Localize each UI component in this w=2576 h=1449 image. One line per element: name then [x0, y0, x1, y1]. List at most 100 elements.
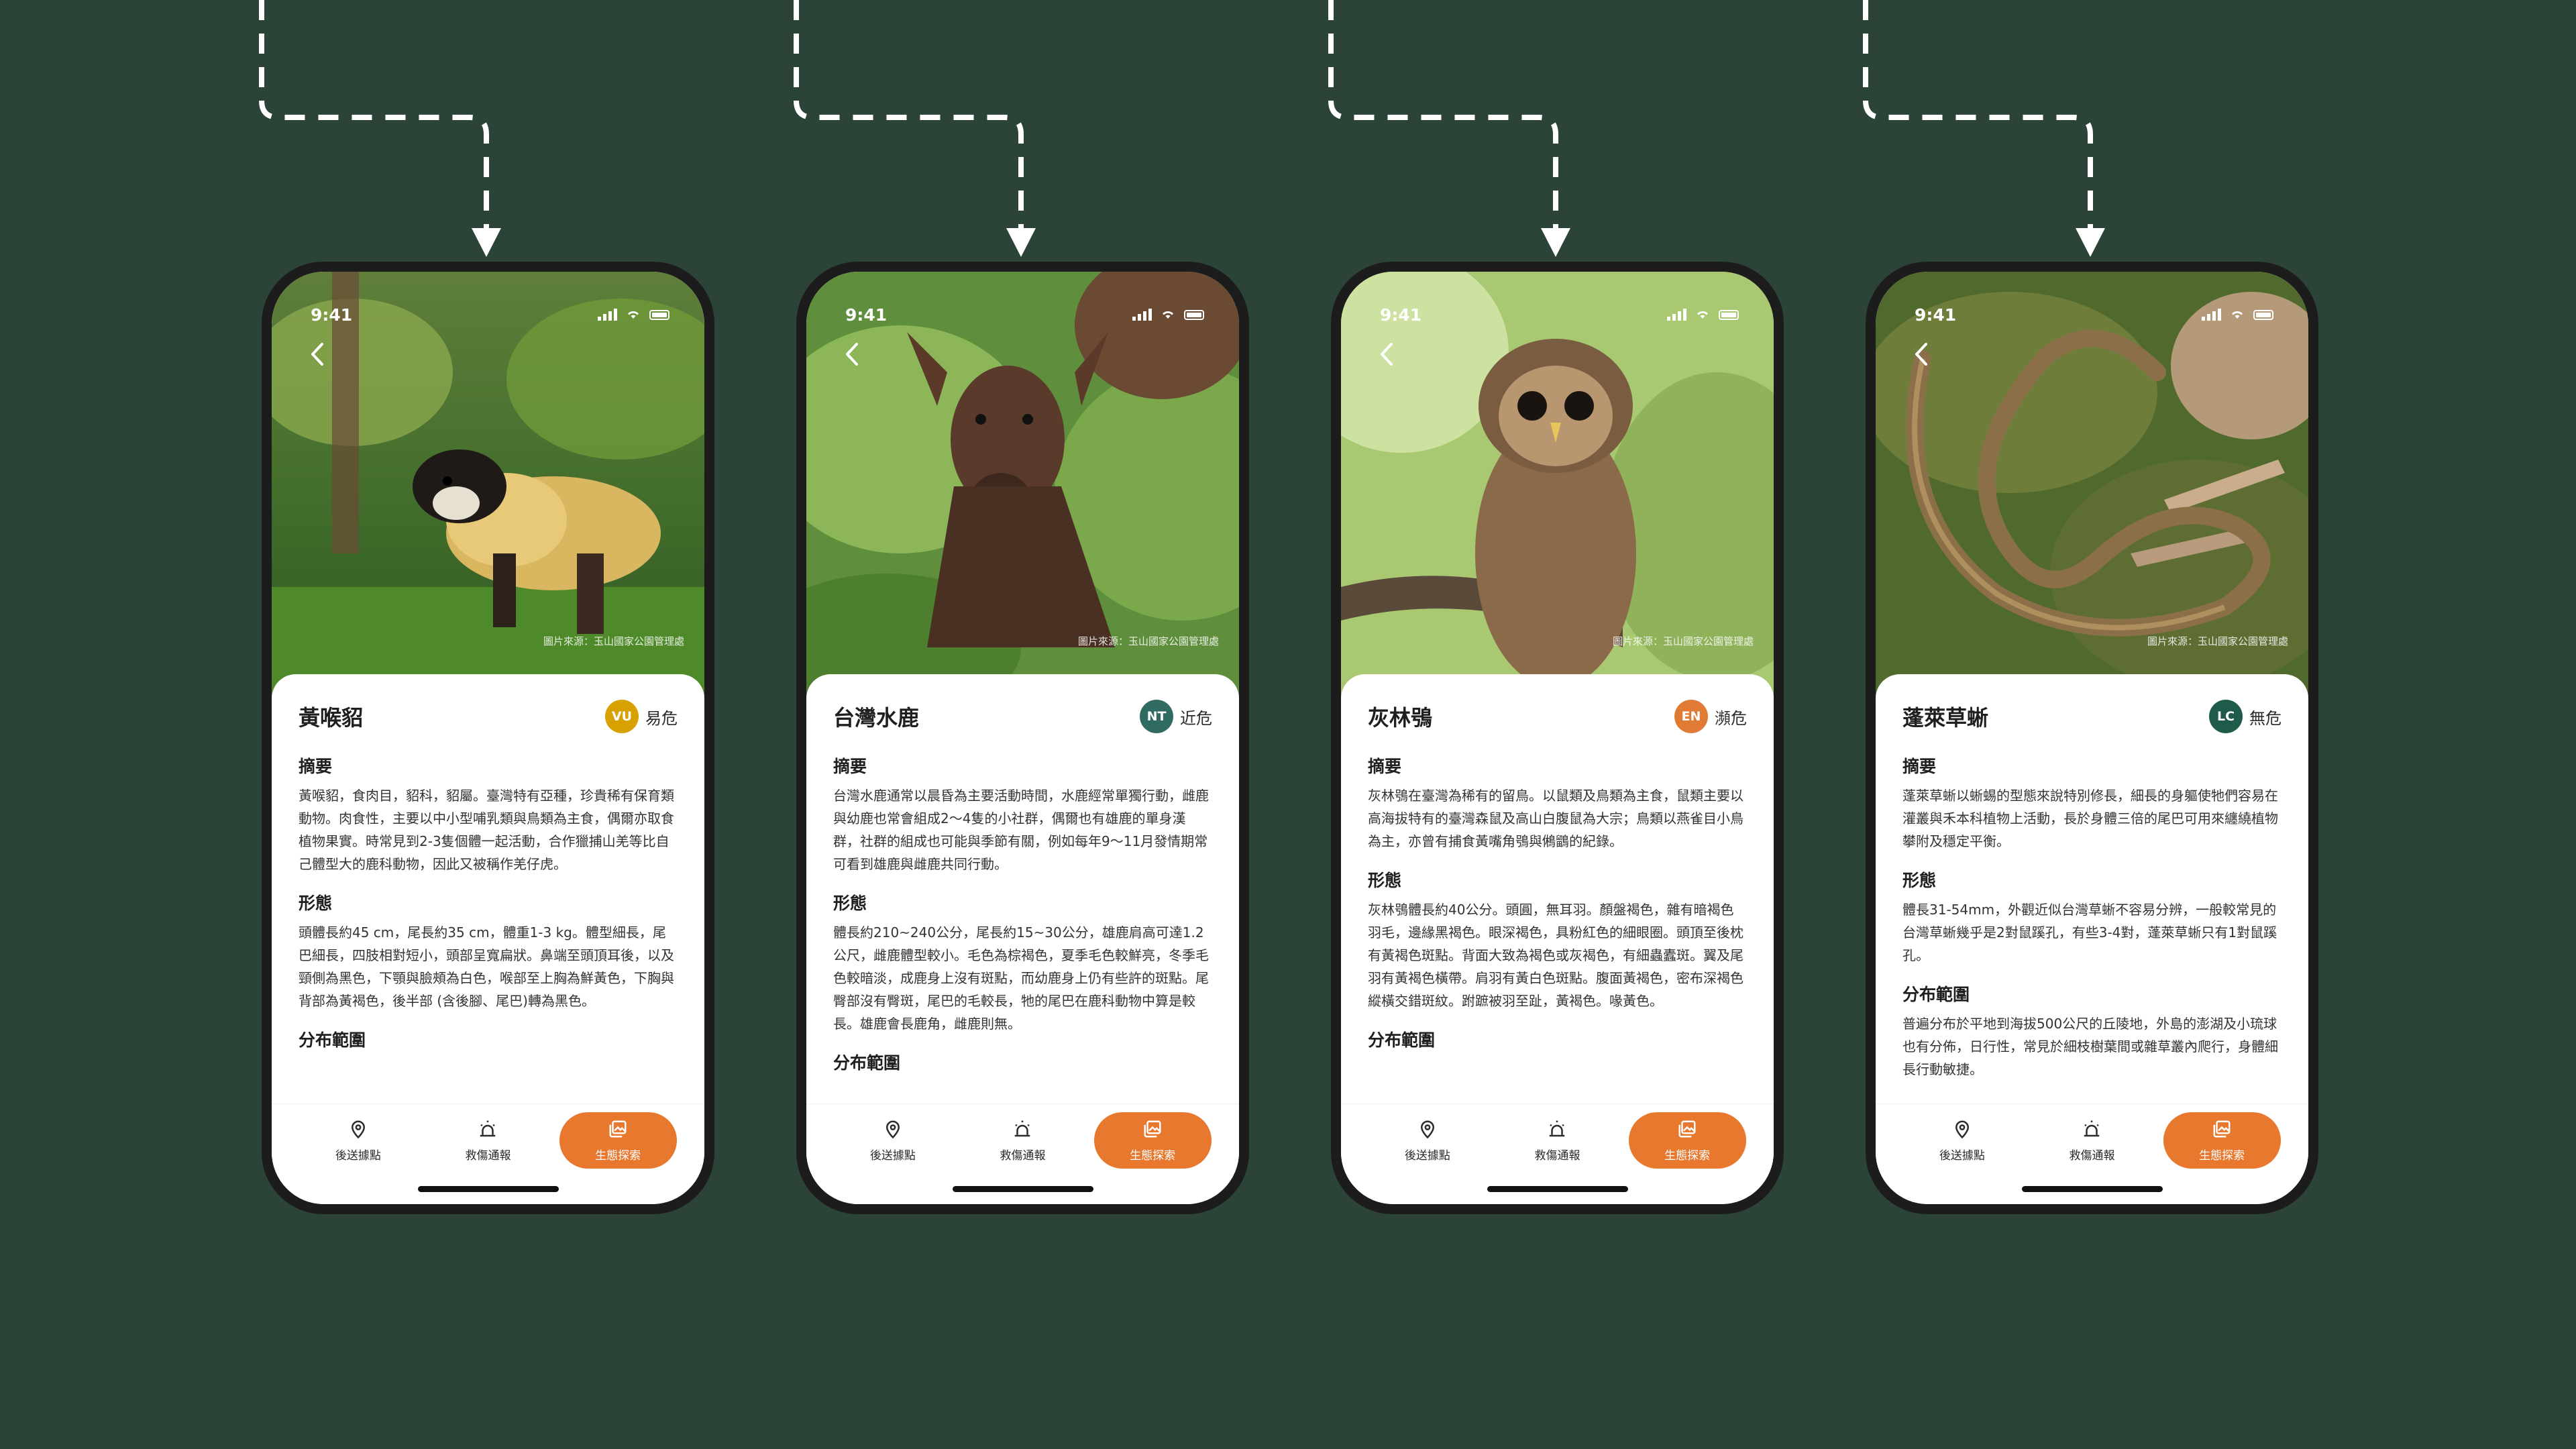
status-time: 9:41: [311, 305, 353, 325]
back-button[interactable]: [1901, 335, 1941, 376]
location-pin-icon: [883, 1119, 903, 1142]
wifi-icon: [1695, 307, 1711, 322]
tab-label: 生態探索: [2199, 1148, 2245, 1163]
chevron-left-icon: [1379, 342, 1394, 369]
tab-eco-explore[interactable]: 生態探索: [1093, 1112, 1212, 1169]
tab-label: 後送據點: [869, 1148, 916, 1163]
section-title: 摘要: [299, 757, 333, 776]
location-pin-icon: [1952, 1119, 1972, 1142]
section-title: 摘要: [1902, 757, 1937, 776]
arrowhead-icon: [1006, 228, 1036, 257]
photo-credit: 圖片來源：玉山國家公園管理處: [1612, 635, 1754, 647]
tab-rescue-report[interactable]: 救傷通報: [2033, 1112, 2151, 1169]
tab-rescue-report[interactable]: 救傷通報: [1499, 1112, 1616, 1169]
conservation-status: LC 無危: [2209, 700, 2282, 733]
tab-eco-explore[interactable]: 生態探索: [559, 1112, 677, 1169]
phone-mockup: 9:41 圖片來源：玉山國家公園管理處: [1331, 262, 1784, 1214]
tab-shelters[interactable]: 後送據點: [1368, 1112, 1486, 1169]
home-indicator: [417, 1186, 559, 1192]
tab-label: 後送據點: [335, 1148, 381, 1163]
section-title: 形態: [1368, 871, 1402, 890]
section-body: 黃喉貂，食肉目，貂科，貂屬。臺灣特有亞種，珍貴稀有保育類動物。肉食性，主要以中小…: [299, 788, 674, 872]
section-body: 頭體長約45 cm，尾長約35 cm，體重1-3 kg。體型細長，尾巴細長，四肢…: [299, 924, 674, 1009]
status-bar: 9:41: [1341, 272, 1774, 345]
section-title: 形態: [833, 894, 867, 913]
tab-rescue-report[interactable]: 救傷通報: [964, 1112, 1081, 1169]
photo-credit: 圖片來源：玉山國家公園管理處: [1077, 635, 1219, 647]
wifi-icon: [625, 307, 641, 322]
home-indicator: [952, 1186, 1093, 1192]
info-section: 分布範圍 普遍分布於平地到海拔500公尺的丘陵地，外島的澎湖及小琉球也有分佈，日…: [1902, 981, 2282, 1081]
location-pin-icon: [348, 1119, 368, 1142]
tab-label: 救傷通報: [2069, 1148, 2115, 1163]
wifi-icon: [2229, 307, 2245, 322]
section-title: 形態: [299, 894, 333, 913]
arrowhead-icon: [2076, 228, 2105, 257]
battery-icon: [2253, 309, 2273, 320]
info-section: 摘要 蓬萊草蜥以蜥蜴的型態來說特別修長，細長的身軀使牠們容易在灌叢與禾本科植物上…: [1902, 753, 2282, 853]
tab-label: 生態探索: [1130, 1148, 1176, 1163]
status-badge: VU: [605, 700, 639, 733]
species-header: 黃喉貂 VU 易危: [299, 700, 678, 733]
phone-screen: 9:41 圖片來源：玉山國家公園管理處: [806, 272, 1239, 1204]
alert-siren-icon: [477, 1119, 498, 1142]
section-body: 體長31-54mm，外觀近似台灣草蜥不容易分辨，一般較常見的台灣草蜥幾乎是2對鼠…: [1902, 902, 2277, 963]
phone-mockup: 9:41 圖片來源：玉山國家公園管理處: [1866, 262, 2318, 1214]
section-body: 台灣水鹿通常以晨昏為主要活動時間，水鹿經常單獨行動，雌鹿與幼鹿也常會組成2～4隻…: [833, 788, 1209, 872]
photo-credit: 圖片來源：玉山國家公園管理處: [2147, 635, 2288, 647]
signal-icon: [1132, 309, 1152, 321]
status-time: 9:41: [845, 305, 888, 325]
status-label: 瀕危: [1715, 708, 1747, 728]
conservation-status: VU 易危: [605, 700, 678, 733]
battery-icon: [649, 309, 669, 320]
status-label: 無危: [2249, 708, 2282, 728]
tab-rescue-report[interactable]: 救傷通報: [429, 1112, 547, 1169]
status-badge: EN: [1674, 700, 1708, 733]
conservation-status: EN 瀕危: [1674, 700, 1747, 733]
tab-eco-explore[interactable]: 生態探索: [2163, 1112, 2281, 1169]
back-button[interactable]: [1366, 335, 1407, 376]
section-title: 摘要: [1368, 757, 1402, 776]
section-body: 蓬萊草蜥以蜥蜴的型態來說特別修長，細長的身軀使牠們容易在灌叢與禾本科植物上活動，…: [1902, 788, 2278, 849]
info-section: 分布範圍: [299, 1027, 678, 1051]
tab-label: 救傷通報: [1000, 1148, 1046, 1163]
tab-shelters[interactable]: 後送據點: [1903, 1112, 2021, 1169]
info-section: 摘要 黃喉貂，食肉目，貂科，貂屬。臺灣特有亞種，珍貴稀有保育類動物。肉食性，主要…: [299, 753, 678, 875]
info-section: 形態 灰林鴞體長約40公分。頭圓，無耳羽。顏盤褐色，雜有暗褐色羽毛，邊緣黑褐色。…: [1368, 867, 1747, 1012]
connector-1: [259, 0, 489, 228]
phone-screen: 9:41 圖片來源：玉山國家公園管理處: [1341, 272, 1774, 1204]
conservation-status: NT 近危: [1140, 700, 1212, 733]
signal-icon: [1667, 309, 1686, 321]
status-bar: 9:41: [806, 272, 1239, 345]
tab-label: 生態探索: [595, 1148, 641, 1163]
tab-label: 後送據點: [1939, 1148, 1985, 1163]
tab-eco-explore[interactable]: 生態探索: [1628, 1112, 1746, 1169]
alert-siren-icon: [1546, 1119, 1568, 1142]
connector-2: [794, 0, 1024, 228]
info-section: 形態 頭體長約45 cm，尾長約35 cm，體重1-3 kg。體型細長，尾巴細長…: [299, 890, 678, 1012]
gallery-icon: [1677, 1119, 1697, 1142]
tab-label: 生態探索: [1664, 1148, 1711, 1163]
section-body: 體長約210~240公分，尾長約15~30公分，雄鹿肩高可達1.2公尺，雌鹿體型…: [833, 924, 1209, 1032]
chevron-left-icon: [310, 342, 325, 369]
section-title: 分布範圍: [833, 1053, 901, 1073]
species-name: 台灣水鹿: [833, 705, 920, 731]
section-body: 灰林鴞體長約40公分。頭圓，無耳羽。顏盤褐色，雜有暗褐色羽毛，邊緣黑褐色。眼深褐…: [1368, 902, 1743, 1009]
back-button[interactable]: [297, 335, 337, 376]
status-bar: 9:41: [272, 272, 704, 345]
phone-mockup: 9:41 圖片來源：玉山國家公園管理處: [796, 262, 1249, 1214]
info-section: 形態 體長約210~240公分，尾長約15~30公分，雄鹿肩高可達1.2公尺，雌…: [833, 890, 1212, 1035]
species-header: 灰林鴞 EN 瀕危: [1368, 700, 1747, 733]
section-title: 分布範圍: [299, 1030, 366, 1050]
species-name: 蓬萊草蜥: [1902, 705, 1989, 731]
tab-shelters[interactable]: 後送據點: [834, 1112, 951, 1169]
status-badge: LC: [2209, 700, 2243, 733]
signal-icon: [2202, 309, 2221, 321]
back-button[interactable]: [832, 335, 872, 376]
tab-shelters[interactable]: 後送據點: [299, 1112, 417, 1169]
info-section: 形態 體長31-54mm，外觀近似台灣草蜥不容易分辨，一般較常見的台灣草蜥幾乎是…: [1902, 867, 2282, 967]
location-pin-icon: [1417, 1119, 1438, 1142]
species-name: 灰林鴞: [1368, 705, 1433, 731]
alert-siren-icon: [2081, 1119, 2102, 1142]
phone-screen: 9:41 圖片來源：玉山國家公園管理處: [272, 272, 704, 1204]
